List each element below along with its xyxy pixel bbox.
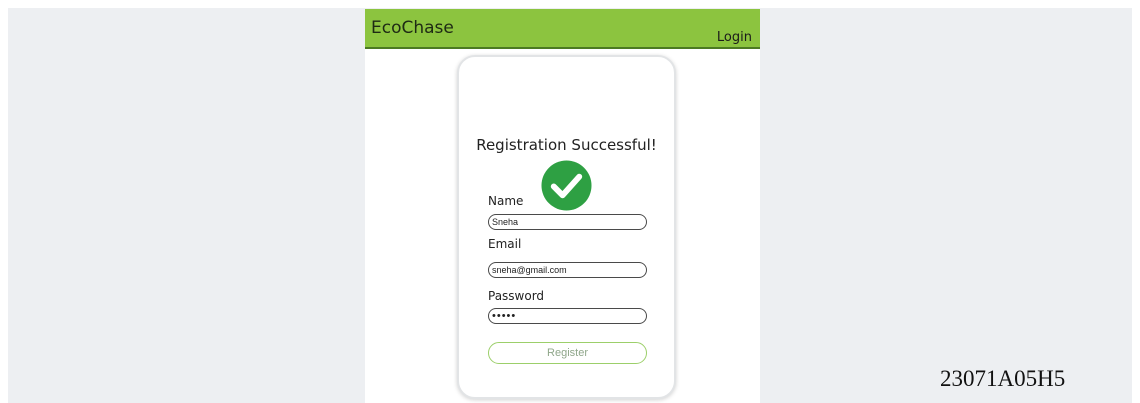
registration-heading: Registration Successful! (476, 136, 657, 154)
login-link[interactable]: Login (717, 30, 752, 45)
name-label: Name (488, 194, 524, 208)
app-header: EcoChase Login (365, 9, 760, 49)
check-circle-icon (541, 160, 592, 211)
password-label: Password (488, 289, 545, 303)
password-input[interactable] (488, 308, 647, 324)
id-caption: 23071A05H5 (940, 366, 1066, 391)
register-button[interactable]: Register (488, 342, 647, 364)
name-input[interactable] (488, 214, 647, 230)
email-input[interactable] (488, 262, 647, 278)
email-label: Email (488, 237, 522, 251)
app-title: EcoChase (371, 18, 454, 38)
registration-card: Registration Successful! Name Email Pass… (457, 55, 676, 399)
